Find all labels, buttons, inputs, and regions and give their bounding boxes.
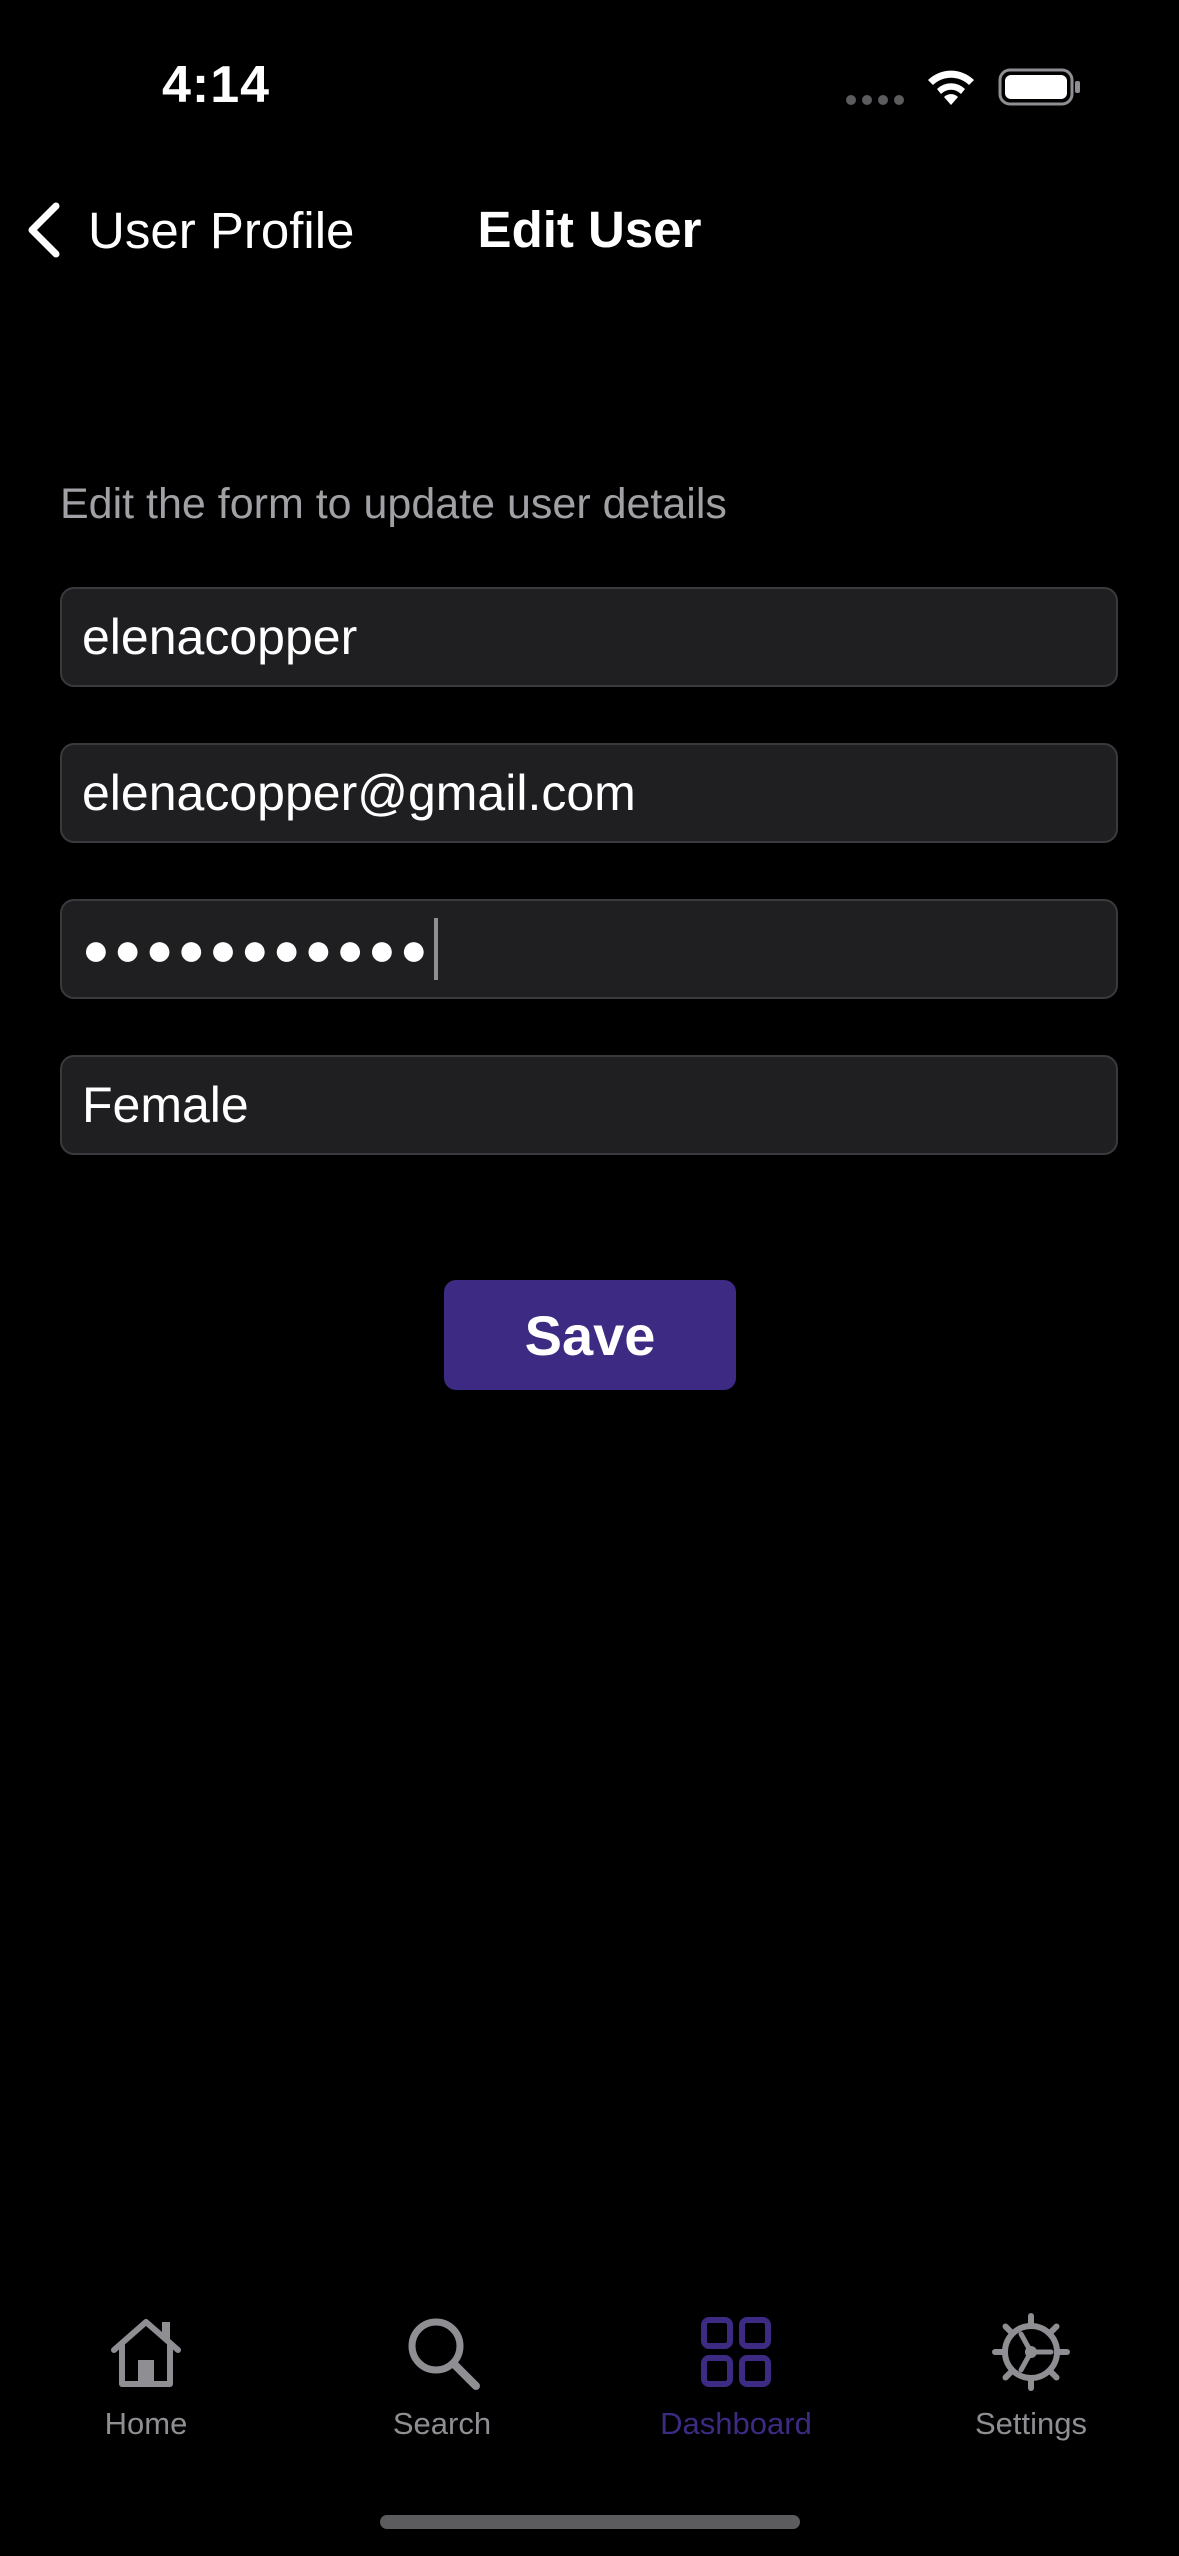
password-field[interactable]: ●●●●●●●●●●● [60,899,1118,999]
gender-field[interactable]: Female [60,1055,1118,1155]
magnifier-icon [408,2318,480,2390]
save-button[interactable]: Save [444,1280,736,1390]
house-icon [111,2319,181,2387]
tab-settings-label: Settings [974,2406,1087,2441]
username-value: elenacopper [82,609,358,665]
navigation-bar: Edit User User Profile [0,180,1179,280]
tab-dashboard-label: Dashboard [660,2406,812,2441]
chevron-left-icon [28,202,60,258]
status-time: 4:14 [162,56,271,114]
email-field[interactable]: elenacopper@gmail.com [60,743,1118,843]
password-value: ●●●●●●●●●●● [82,923,432,975]
email-value: elenacopper@gmail.com [82,765,636,821]
home-indicator[interactable] [380,2515,800,2529]
tab-home[interactable]: Home [36,2310,256,2460]
tab-dashboard[interactable]: Dashboard [626,2310,846,2460]
gear-icon [992,2313,1070,2391]
grid-icon [701,2317,771,2387]
battery-icon [998,68,1080,106]
username-field[interactable]: elenacopper [60,587,1118,687]
cellular-signal-icon [846,95,904,105]
gender-value: Female [82,1077,249,1133]
tab-search[interactable]: Search [332,2310,552,2460]
status-bar: 4:14 [0,0,1179,170]
tab-settings[interactable]: Settings [921,2310,1141,2460]
wifi-icon [928,70,974,105]
tab-home-label: Home [104,2406,188,2441]
tab-bar: Home Search Dashboard Settings [0,2310,1179,2490]
text-caret [433,918,438,980]
form-subtitle: Edit the form to update user details [60,480,727,528]
back-button[interactable]: User Profile [24,190,354,270]
tab-search-label: Search [392,2406,492,2441]
back-button-label: User Profile [88,201,355,259]
